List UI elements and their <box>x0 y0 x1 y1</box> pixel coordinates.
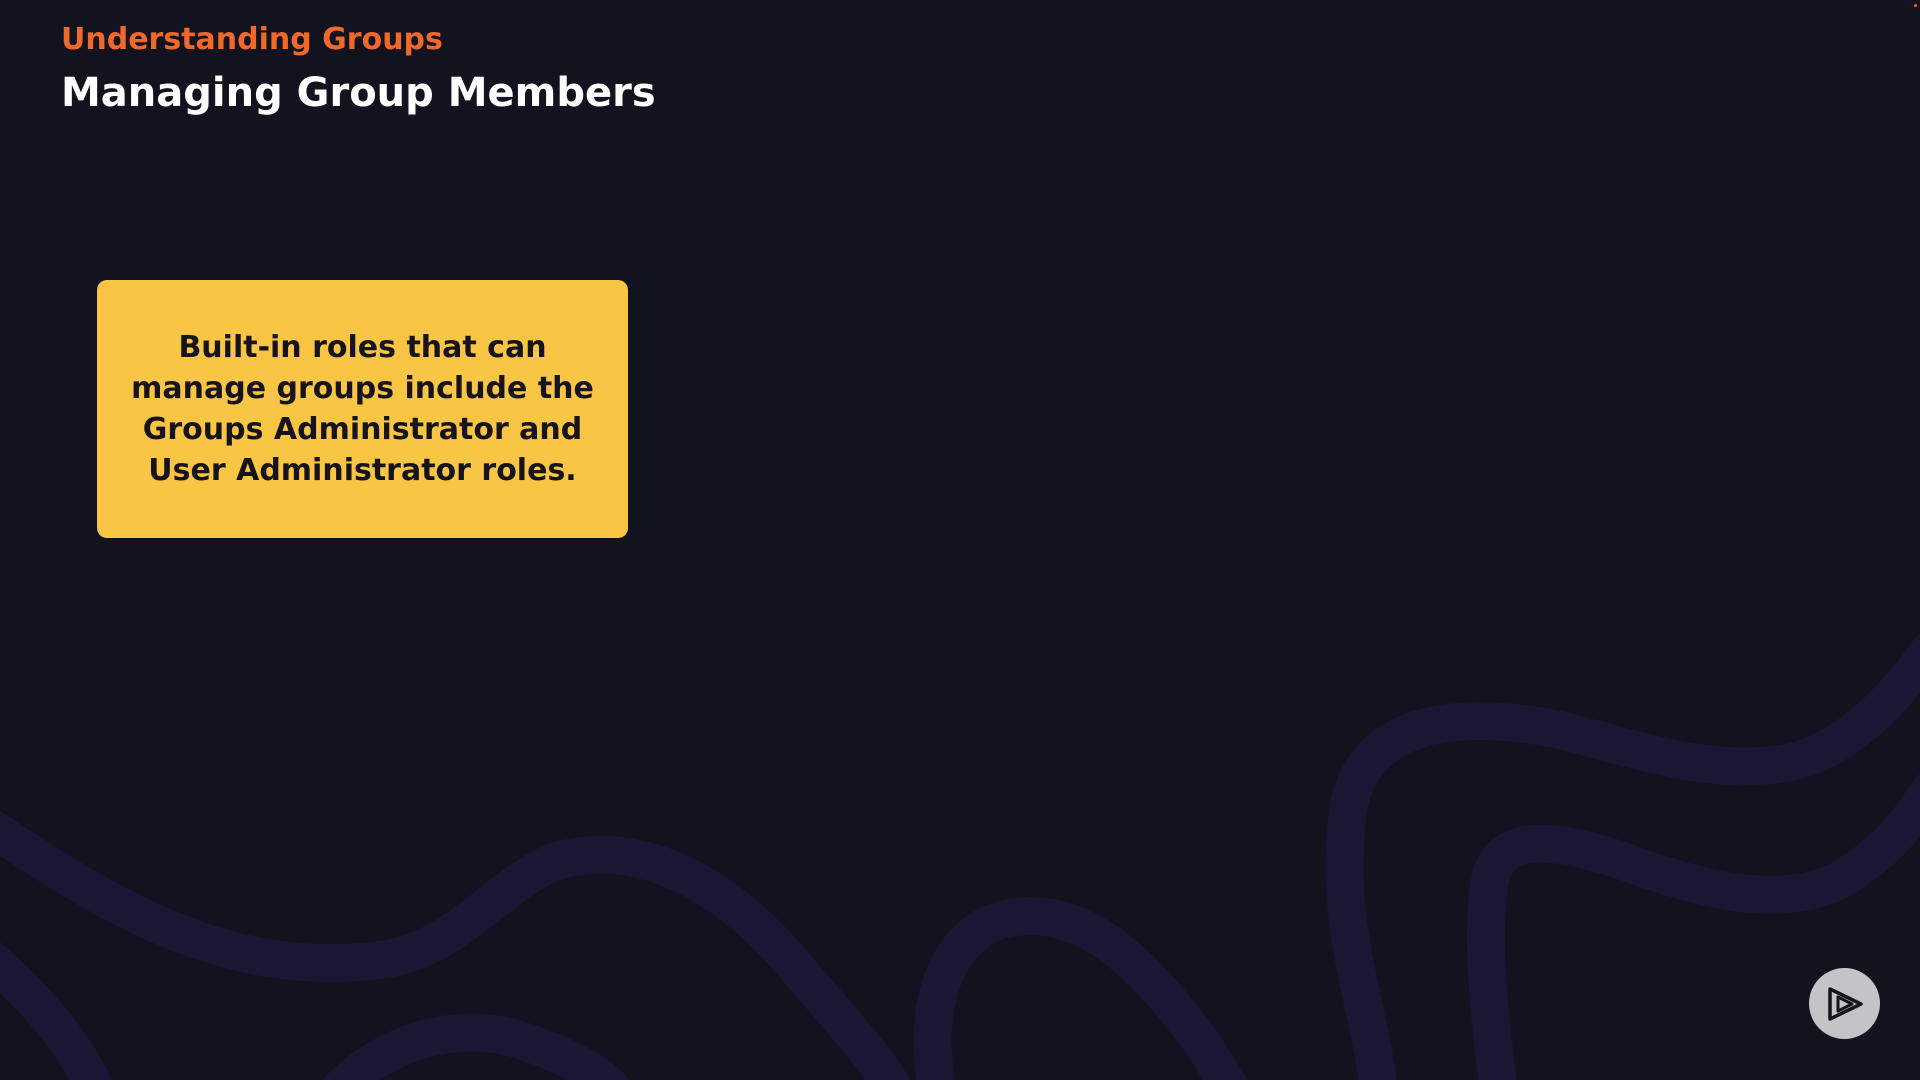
play-logo-icon[interactable] <box>1809 968 1880 1039</box>
section-label: Understanding Groups <box>61 22 443 57</box>
background-wave-decoration <box>0 633 1920 1080</box>
slide: Understanding Groups Managing Group Memb… <box>0 0 1920 1080</box>
corner-marker <box>1914 4 1917 7</box>
play-triangle-icon <box>1827 986 1863 1021</box>
callout-text: Built-in roles that can manage groups in… <box>131 330 594 488</box>
page-title: Managing Group Members <box>61 70 656 116</box>
callout-box: Built-in roles that can manage groups in… <box>97 280 628 538</box>
